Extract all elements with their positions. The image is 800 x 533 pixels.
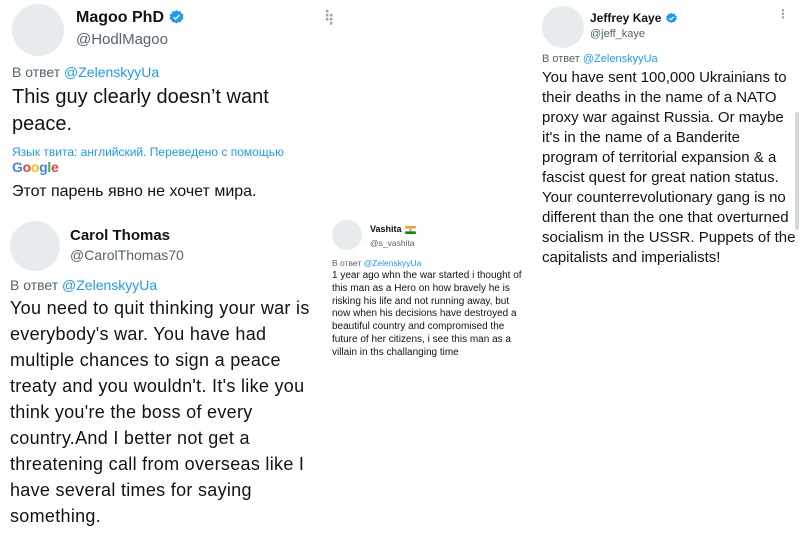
author-name[interactable]: Jeffrey Kaye bbox=[590, 11, 661, 25]
tweet-text: This guy clearly doesn’t want peace. bbox=[12, 86, 269, 135]
reply-context: В ответ @ZelenskyyUa bbox=[332, 258, 421, 268]
scrollbar[interactable] bbox=[795, 112, 799, 230]
reply-prefix: В ответ bbox=[332, 258, 362, 268]
reply-mention-link[interactable]: @ZelenskyyUa bbox=[583, 53, 658, 65]
author-name-row[interactable]: Vashita bbox=[370, 224, 416, 234]
author-name[interactable]: Vashita bbox=[370, 224, 402, 234]
tweet-card[interactable]: Magoo PhD @HodlMagoo ⋮ В ответ @Zelensky… bbox=[0, 0, 330, 213]
reply-context: В ответ @ZelenskyyUa bbox=[10, 277, 157, 293]
verified-badge-icon bbox=[665, 13, 677, 24]
avatar[interactable] bbox=[542, 6, 584, 48]
more-icon[interactable]: ⋮ bbox=[324, 12, 338, 26]
author-handle[interactable]: @jeff_kaye bbox=[590, 28, 645, 40]
reply-prefix: В ответ bbox=[10, 277, 59, 293]
reply-prefix: В ответ bbox=[542, 53, 580, 65]
reply-context: В ответ @ZelenskyyUa bbox=[542, 53, 658, 65]
verified-badge-icon bbox=[170, 10, 184, 24]
more-icon[interactable]: ⋮ bbox=[777, 8, 789, 20]
tweet-text: 1 year ago whn the war started i thought… bbox=[332, 270, 522, 358]
author-name-row[interactable]: Jeffrey Kaye bbox=[590, 11, 678, 25]
author-name[interactable]: Magoo PhD bbox=[76, 9, 164, 26]
author-handle[interactable]: @HodlMagoo bbox=[76, 31, 168, 48]
india-flag-icon bbox=[405, 225, 416, 234]
avatar[interactable] bbox=[332, 220, 362, 250]
reply-mention-link[interactable]: @ZelenskyyUa bbox=[62, 277, 157, 293]
translated-text: Этот парень явно не хочет мира. bbox=[12, 183, 257, 200]
tweet-text: You have sent 100,000 Ukrainians to thei… bbox=[542, 69, 796, 266]
tweet-card[interactable]: Vashita @s_vashita В ответ @ZelenskyyUa … bbox=[330, 213, 530, 533]
avatar[interactable] bbox=[10, 221, 60, 271]
translation-note[interactable]: Язык твита: английский. Переведено с пом… bbox=[12, 145, 284, 159]
author-handle[interactable]: @CarolThomas70 bbox=[70, 247, 184, 263]
reply-prefix: В ответ bbox=[12, 64, 61, 80]
author-handle[interactable]: @s_vashita bbox=[370, 238, 415, 248]
tweet-card[interactable]: Carol Thomas @CarolThomas70 В ответ @Zel… bbox=[0, 213, 330, 533]
reply-mention-link[interactable]: @ZelenskyyUa bbox=[364, 258, 422, 268]
reply-context: В ответ @ZelenskyyUa bbox=[12, 64, 159, 80]
google-logo: Google bbox=[12, 159, 59, 175]
avatar[interactable] bbox=[12, 4, 64, 56]
tweet-card[interactable]: Jeffrey Kaye @jeff_kaye ⋮ В ответ @Zelen… bbox=[530, 0, 800, 320]
author-name[interactable]: Carol Thomas bbox=[70, 227, 170, 244]
author-name-row[interactable]: Magoo PhD bbox=[76, 9, 185, 27]
tweet-text: You need to quit thinking your war is ev… bbox=[10, 298, 310, 526]
reply-mention-link[interactable]: @ZelenskyyUa bbox=[64, 64, 159, 80]
